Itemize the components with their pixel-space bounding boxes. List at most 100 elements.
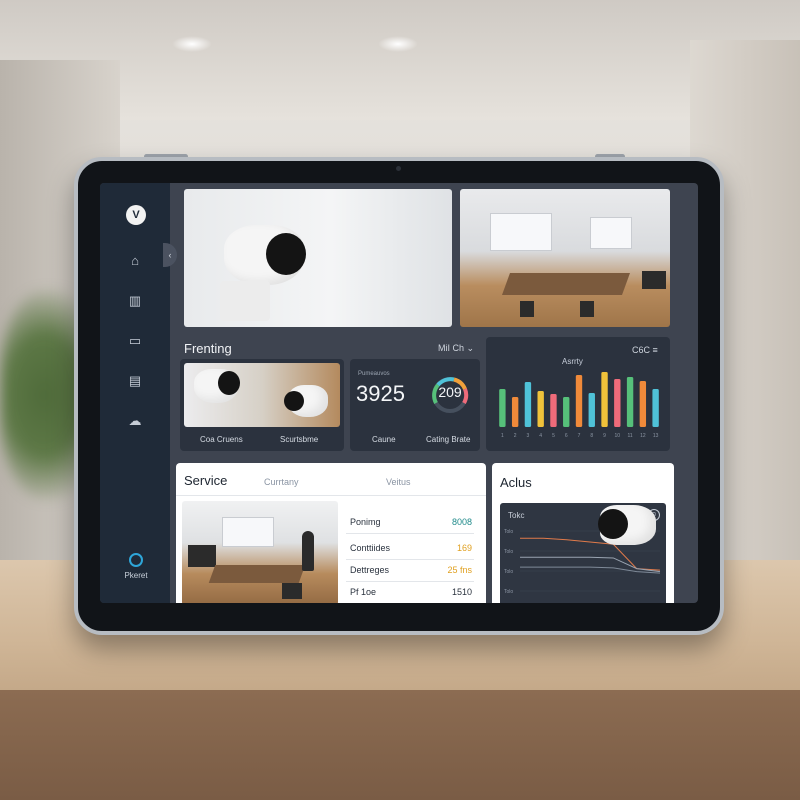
camera-mount [220, 281, 270, 321]
room-ceiling [0, 0, 800, 120]
service-row-label: Conttiides [350, 543, 391, 553]
service-camera-feed[interactable] [182, 501, 338, 603]
sidebar: V ⌂ ▥ ▭ ▤ ☁ Pkeret [100, 183, 170, 603]
activity-bar [537, 391, 544, 427]
y-tick-label: Tolo [504, 589, 513, 595]
activity-bar [626, 377, 634, 427]
camera-lens [598, 509, 628, 539]
room-chair [282, 583, 302, 599]
camera-lens [218, 371, 240, 395]
person [302, 531, 314, 571]
service-row-label: Ponimg [350, 517, 381, 527]
activity-tick-label: 1 [501, 433, 504, 439]
activity-chart-panel: Asrrty C6C ≡ 1 2 3 4 5 6 7 8 9 10 11 12 13 [486, 337, 670, 451]
activity-bar-chart: 1 2 3 4 5 6 7 8 9 10 11 12 13 [499, 372, 659, 439]
divider [346, 533, 474, 534]
gauge-value: 209 [438, 384, 462, 400]
actus-title: Aclus [500, 475, 532, 490]
activity-tick-label: 12 [640, 433, 646, 439]
divider [346, 581, 474, 582]
series-line [520, 556, 661, 573]
room-table [208, 565, 306, 583]
service-row-value: 169 [456, 543, 472, 553]
room-chair [520, 301, 534, 317]
actus-panel: Aclus Tokc ⊙ ToloToloToloTolo [492, 463, 674, 603]
room-monitor [642, 271, 666, 289]
activity-bar [614, 379, 621, 427]
mini-camera-feed[interactable] [184, 363, 340, 427]
screen: V ⌂ ▥ ▭ ▤ ☁ Pkeret ‹ Frenting MiI Ch ⌄ C… [100, 183, 698, 603]
front-camera [396, 166, 401, 171]
frenting-select[interactable]: MiI Ch ⌄ [438, 343, 474, 354]
divider [176, 495, 486, 496]
activity-bar [550, 394, 557, 427]
activity-tick-label: 10 [615, 433, 621, 439]
room-table [501, 273, 631, 295]
activity-bar [563, 397, 570, 427]
profile-icon [129, 553, 143, 567]
camera-feed-1[interactable] [184, 189, 452, 327]
y-tick-label: Tolo [504, 569, 513, 575]
service-row-value: 8008 [451, 517, 472, 527]
profile-button[interactable]: Pkeret [116, 553, 156, 580]
activity-bar [652, 389, 659, 427]
frenting-select-value: MiI Ch [438, 343, 465, 353]
activity-tick-label: 8 [590, 433, 593, 439]
series-line [520, 566, 661, 574]
camera-lens [266, 233, 306, 275]
activity-bar [499, 389, 506, 427]
room-window [222, 517, 274, 547]
service-row-value: 1510 [451, 587, 472, 597]
stats-panel: Pumeauvos 3925 209 Caune Cating Brate [350, 359, 480, 451]
ceiling-light [378, 36, 418, 52]
actus-line-chart-panel: Tokc ⊙ ToloToloToloTolo [500, 503, 666, 603]
activity-tick-label: 6 [565, 433, 568, 439]
feed-caption: Coa Cruens [200, 435, 243, 444]
activity-bar [511, 397, 519, 427]
activity-bar [524, 382, 532, 427]
activity-tick-label: 9 [603, 433, 606, 439]
tab-currtany[interactable]: Currtany [264, 477, 299, 487]
ceiling-light [172, 36, 212, 52]
service-row-label: Pf 1oe [350, 587, 377, 597]
activity-tick-label: 2 [514, 433, 517, 439]
room-chair [580, 301, 594, 317]
folder-icon[interactable]: ▭ [127, 333, 143, 349]
tab-veitus[interactable]: Veitus [386, 477, 411, 487]
room-monitor [188, 545, 216, 567]
calendar-icon[interactable]: ▤ [127, 373, 143, 389]
activity-bar [588, 393, 595, 427]
camera-lens [284, 391, 304, 411]
section-title-frenting: Frenting [184, 341, 232, 356]
stat-value: 3925 [356, 381, 405, 406]
building-icon[interactable]: ▥ [127, 293, 143, 309]
app-logo[interactable]: V [126, 205, 146, 225]
room-window [490, 213, 552, 251]
service-row-value: 25 fns [447, 565, 472, 575]
home-icon[interactable]: ⌂ [127, 253, 143, 269]
stat-caption: Caune [372, 435, 396, 444]
activity-tick-label: 11 [627, 433, 632, 439]
cloud-icon[interactable]: ☁ [127, 413, 143, 429]
service-title: Service [184, 473, 228, 488]
room-window [590, 217, 632, 249]
stat-caption: Cating Brate [426, 435, 471, 444]
chevron-down-icon: ⌄ [466, 343, 475, 353]
frenting-feeds-panel: Coa Cruens Scurtsbme [180, 359, 344, 451]
tablet: V ⌂ ▥ ▭ ▤ ☁ Pkeret ‹ Frenting MiI Ch ⌄ C… [74, 157, 724, 635]
activity-tick-label: 4 [539, 433, 542, 439]
y-tick-label: Tolo [504, 529, 513, 535]
activity-tick-label: 3 [527, 433, 530, 439]
main-content: Frenting MiI Ch ⌄ Coa Cruens Scurtsbme P… [170, 183, 698, 603]
activity-tick-label: 5 [552, 433, 555, 439]
activity-bar [639, 381, 647, 427]
activity-tick-label: 13 [653, 433, 659, 439]
activity-tick-label: 7 [578, 433, 581, 439]
camera-feed-2[interactable] [460, 189, 670, 327]
service-panel: Service Currtany Veitus Ponimg 8008 Cont… [176, 463, 486, 603]
divider [346, 559, 474, 560]
activity-bar [575, 375, 583, 427]
profile-label: Pkeret [124, 571, 148, 580]
feed-caption: Scurtsbme [280, 435, 319, 444]
service-row-label: Dettreges [350, 565, 390, 575]
